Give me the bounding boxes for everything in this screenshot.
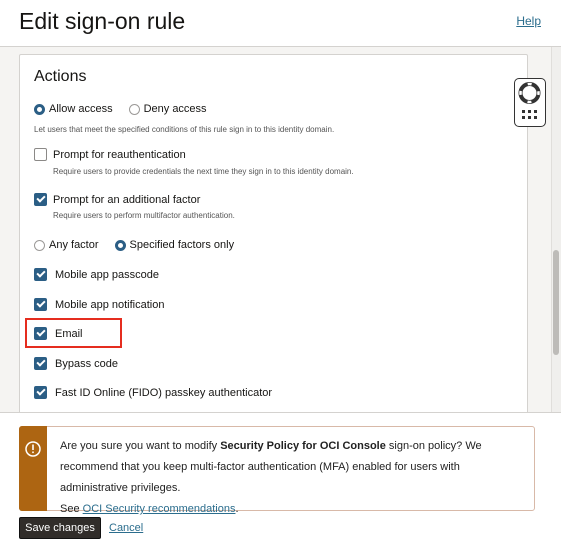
radio-unselected[interactable] — [34, 239, 45, 251]
checkbox[interactable] — [34, 298, 47, 311]
help-widget[interactable] — [514, 78, 546, 127]
reauth-checkbox-row[interactable]: Prompt for reauthentication — [34, 148, 186, 161]
save-changes-button[interactable]: Save changes — [19, 517, 101, 539]
warning-icon — [25, 441, 41, 457]
reauth-description: Require users to provide credentials the… — [53, 167, 354, 176]
checkbox-label: Prompt for reauthentication — [53, 148, 186, 161]
factor-bypass-code[interactable]: Bypass code — [34, 357, 118, 370]
radio-label: Specified factors only — [129, 239, 235, 251]
any-factor-radio[interactable]: Any factor — [34, 239, 99, 251]
additional-factor-row[interactable]: Prompt for an additional factor — [34, 193, 200, 206]
specified-factors-radio[interactable]: Specified factors only — [114, 239, 235, 251]
checkbox[interactable] — [34, 357, 47, 370]
warning-bar — [19, 426, 47, 511]
factor-mobile-notification[interactable]: Mobile app notification — [34, 298, 164, 311]
radio-label: Any factor — [49, 239, 99, 251]
warning-text: Are you sure you want to modify Security… — [60, 440, 482, 515]
section-title: Actions — [34, 68, 87, 85]
checkbox-label: Mobile app passcode — [55, 268, 159, 281]
checkbox[interactable] — [34, 268, 47, 281]
checkbox-label: Mobile app notification — [55, 298, 165, 311]
email-highlight-box — [25, 318, 122, 348]
policy-name: Security Policy for OCI Console — [220, 440, 386, 452]
allow-access-radio[interactable]: Allow access — [34, 103, 113, 115]
radio-unselected[interactable] — [128, 103, 140, 115]
page-header: Edit sign-on rule Help — [0, 0, 561, 47]
factor-mobile-passcode[interactable]: Mobile app passcode — [34, 268, 159, 281]
additional-factor-description: Require users to perform multifactor aut… — [53, 211, 235, 220]
help-link[interactable]: Help — [516, 14, 541, 28]
radio-selected[interactable] — [114, 239, 126, 251]
checkbox-label: Prompt for an additional factor — [53, 193, 201, 206]
cancel-link[interactable]: Cancel — [109, 522, 143, 534]
lifebuoy-icon — [518, 82, 541, 119]
access-radio-group: Allow access Deny access — [34, 103, 217, 115]
deny-access-radio[interactable]: Deny access — [128, 103, 207, 115]
factor-mode-radio-group: Any factor Specified factors only — [34, 239, 244, 251]
radio-label: Allow access — [49, 103, 113, 115]
scrollbar-thumb[interactable] — [553, 250, 559, 355]
scrollbar[interactable] — [551, 47, 561, 412]
radio-selected[interactable] — [34, 103, 45, 115]
access-description: Let users that meet the specified condit… — [34, 125, 335, 134]
radio-label: Deny access — [143, 103, 207, 115]
checkbox-label: Fast ID Online (FIDO) passkey authentica… — [55, 386, 273, 399]
oci-security-link[interactable]: OCI Security recommendations — [83, 503, 236, 515]
additional-factor-checkbox[interactable] — [34, 193, 47, 206]
checkbox[interactable] — [34, 386, 47, 399]
factor-fido[interactable]: Fast ID Online (FIDO) passkey authentica… — [34, 386, 272, 399]
reauth-checkbox[interactable] — [34, 148, 47, 161]
page-title: Edit sign-on rule — [19, 8, 186, 34]
checkbox-label: Bypass code — [55, 357, 118, 370]
